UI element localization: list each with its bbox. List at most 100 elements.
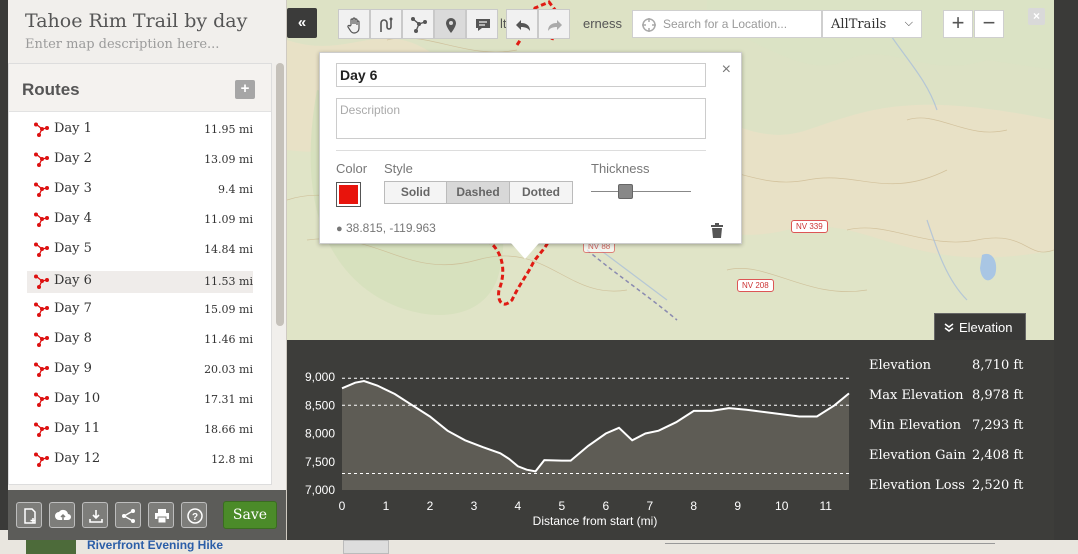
upload-icon[interactable] [49, 502, 75, 528]
popup-divider [336, 150, 706, 151]
collapse-sidebar-button[interactable]: « [287, 8, 317, 38]
search-input[interactable]: Search for a Location... [663, 17, 787, 31]
stat-value: 2,520 ft [972, 478, 1024, 493]
x-tick-label: 7 [646, 499, 653, 513]
route-item[interactable]: Day 9 20.03 mi [27, 359, 253, 381]
routes-heading: Routes [22, 80, 80, 99]
trash-icon[interactable] [710, 223, 724, 238]
route-distance: 13.09 mi [204, 153, 253, 166]
route-distance: 14.84 mi [204, 243, 253, 256]
map-label-wilderness: erness [583, 16, 623, 31]
route-distance: 11.46 mi [204, 333, 253, 346]
redo-icon[interactable] [538, 9, 570, 39]
close-editor-button[interactable]: × [1028, 8, 1045, 25]
route-name: Day 9 [54, 361, 92, 376]
elevation-toggle-label: Elevation [959, 320, 1013, 335]
map-layer-select[interactable]: AllTrails ⌵ [822, 10, 922, 38]
elevation-toggle[interactable]: Elevation [934, 313, 1026, 340]
route-name: Day 6 [54, 273, 92, 288]
thickness-slider[interactable] [591, 191, 691, 192]
map-description-field[interactable]: Enter map description here... [25, 37, 219, 52]
help-icon[interactable]: ? [181, 502, 207, 528]
route-name: Day 10 [54, 391, 101, 406]
x-tick-label: 8 [690, 499, 697, 513]
x-tick-label: 1 [383, 499, 390, 513]
x-tick-label: 6 [602, 499, 609, 513]
route-icon [33, 122, 49, 138]
elevation-chart: 7,000 7,500 8,000 8,500 9,000 0 1 2 3 4 5 6 7 8 9 10 11 D… [305, 370, 850, 528]
close-popup-icon[interactable]: × [722, 61, 731, 79]
color-label: Color [336, 161, 368, 176]
undo-icon[interactable] [506, 9, 538, 39]
route-item[interactable]: Day 3 9.4 mi [27, 179, 253, 201]
zoom-out-button[interactable]: − [974, 10, 1004, 38]
stat-value: 7,293 ft [972, 418, 1024, 433]
route-item[interactable]: Day 11 18.66 mi [27, 419, 253, 441]
map-sidebar: Tahoe Rim Trail by day Enter map descrip… [8, 0, 287, 540]
download-icon[interactable] [82, 502, 108, 528]
location-search[interactable]: Search for a Location... [632, 10, 822, 38]
route-item[interactable]: Day 7 15.09 mi [27, 299, 253, 321]
route-item[interactable]: Day 2 13.09 mi [27, 149, 253, 171]
elevation-stat: Max Elevation 8,978 ft [869, 388, 1039, 408]
route-icon [33, 392, 49, 408]
route-item[interactable]: Day 12 12.8 mi [27, 449, 253, 471]
route-icon [33, 332, 49, 348]
y-tick-label: 8,000 [305, 427, 335, 441]
route-name: Day 7 [54, 301, 92, 316]
hand-icon[interactable] [338, 9, 370, 39]
route-item[interactable]: Day 4 11.09 mi [27, 209, 253, 231]
route-icon[interactable] [402, 9, 434, 39]
elevation-stat: Elevation 8,710 ft [869, 358, 1039, 378]
save-button[interactable]: Save [223, 501, 277, 529]
thickness-slider-handle[interactable] [618, 184, 633, 199]
route-icon [33, 422, 49, 438]
sidebar-footer: ? Save [8, 490, 286, 540]
elevation-panel: 7,000 7,500 8,000 8,500 9,000 0 1 2 3 4 5 6 7 8 9 10 11 D… [287, 340, 1054, 540]
route-distance: 12.8 mi [211, 453, 253, 466]
share-icon[interactable] [115, 502, 141, 528]
route-name-input[interactable]: Day 6 [336, 63, 706, 87]
x-tick-label: 11 [819, 499, 832, 513]
style-dashed-button[interactable]: Dashed [446, 181, 510, 204]
route-distance: 11.09 mi [204, 213, 253, 226]
new-file-icon[interactable] [16, 502, 42, 528]
style-dotted-button[interactable]: Dotted [509, 181, 573, 204]
route-description-input[interactable]: Description [336, 98, 706, 139]
routes-header: Routes + [9, 64, 271, 112]
freehand-icon[interactable] [370, 9, 402, 39]
style-solid-button[interactable]: Solid [384, 181, 447, 204]
marker-icon[interactable] [434, 9, 466, 39]
routes-scrollbar[interactable] [276, 63, 284, 326]
route-item[interactable]: Day 10 17.31 mi [27, 389, 253, 411]
route-item[interactable]: Day 6 11.53 mi [27, 271, 253, 293]
y-tick-label: 9,000 [305, 370, 335, 384]
elevation-stat: Min Elevation 7,293 ft [869, 418, 1039, 438]
stat-label: Elevation Loss [869, 478, 965, 493]
color-swatch[interactable] [336, 182, 361, 207]
coordinates-value: 38.815, -119.963 [346, 221, 436, 235]
route-icon [33, 152, 49, 168]
stat-label: Elevation Gain [869, 448, 966, 463]
add-route-button[interactable]: + [235, 80, 255, 99]
route-item[interactable]: Day 1 11.95 mi [27, 119, 253, 141]
route-name: Day 11 [54, 421, 101, 436]
print-icon[interactable] [148, 502, 174, 528]
route-distance: 20.03 mi [204, 363, 253, 376]
x-tick-label: 10 [775, 499, 789, 513]
zoom-in-button[interactable]: + [943, 10, 973, 38]
route-item[interactable]: Day 8 11.46 mi [27, 329, 253, 351]
background-icon [343, 540, 389, 554]
route-item[interactable]: Day 5 14.84 mi [27, 239, 253, 261]
x-tick-label: 4 [515, 499, 522, 513]
elevation-stat: Elevation Loss 2,520 ft [869, 478, 1039, 498]
background-trail-link[interactable]: Riverfront Evening Hike [87, 538, 223, 552]
x-axis-label: Distance from start (mi) [533, 514, 658, 528]
comment-icon[interactable] [466, 9, 498, 39]
coordinates: ● 38.815, -119.963 [336, 221, 436, 235]
route-icon [33, 452, 49, 468]
map-title[interactable]: Tahoe Rim Trail by day [25, 10, 247, 32]
stat-label: Elevation [869, 358, 932, 373]
route-icon [33, 242, 49, 258]
app-root: Riverfront Evening Hike Tahoe Rim Trail … [0, 0, 1078, 554]
